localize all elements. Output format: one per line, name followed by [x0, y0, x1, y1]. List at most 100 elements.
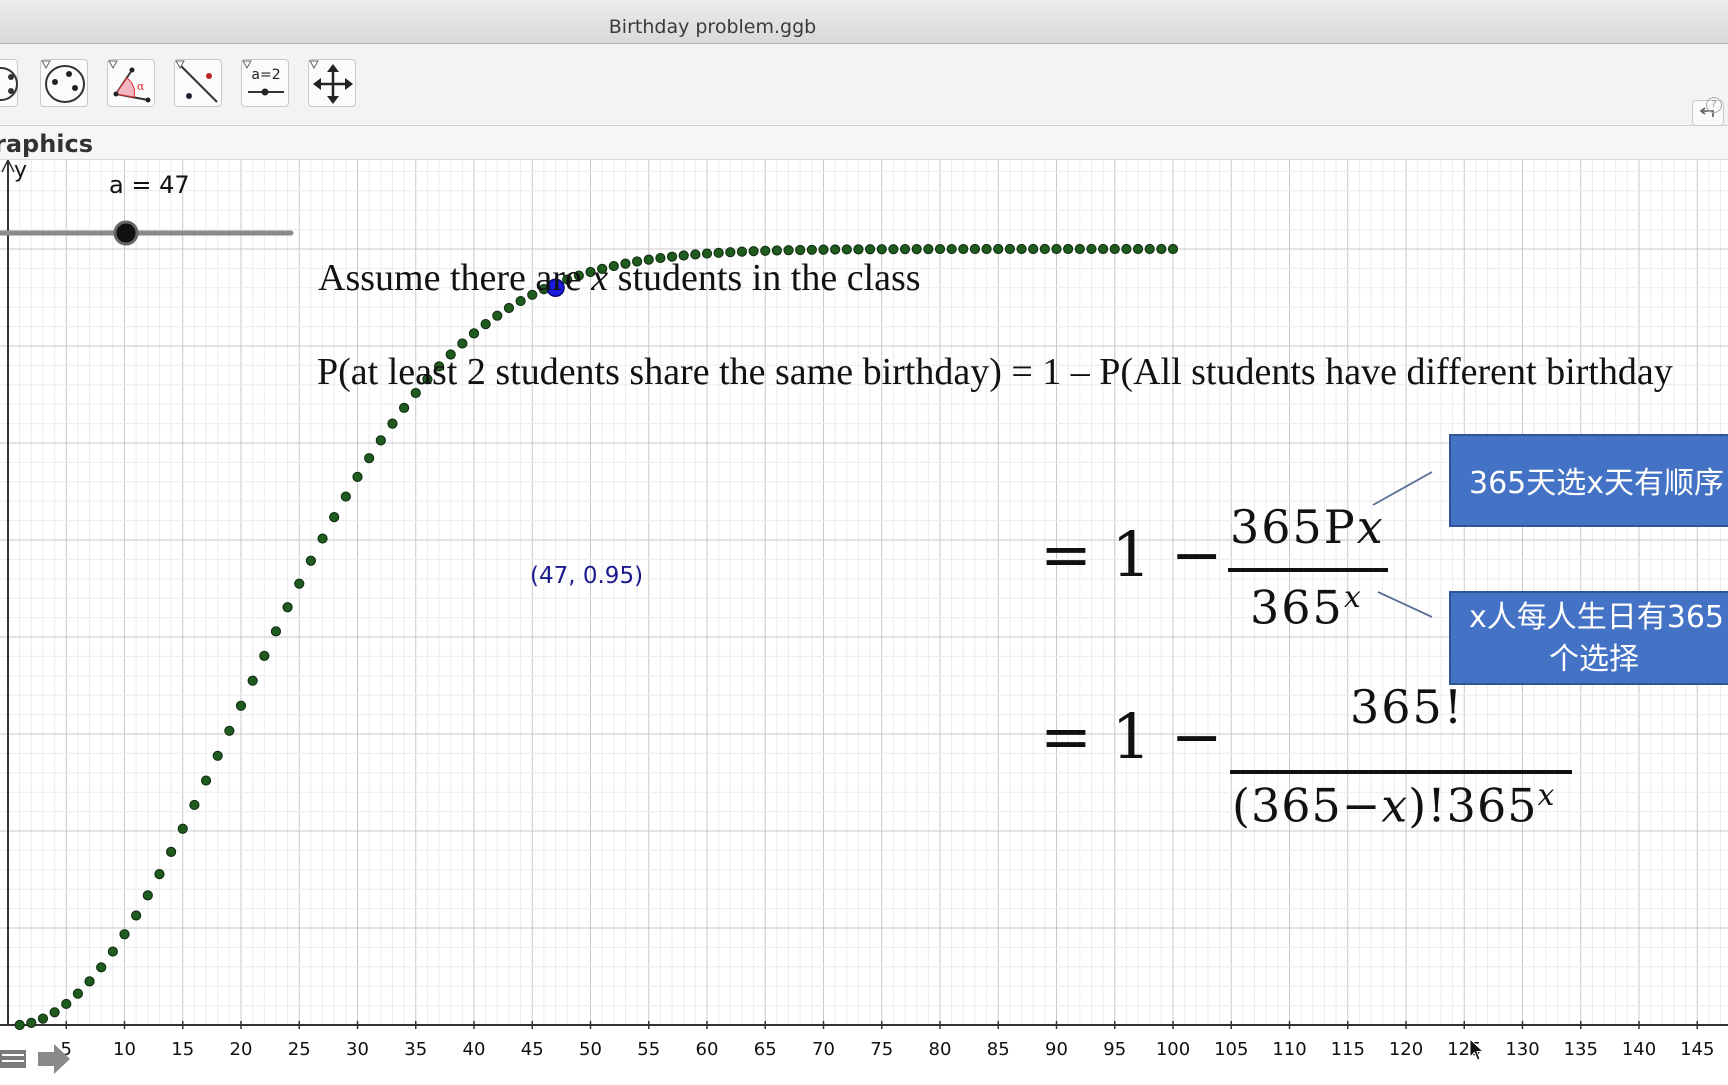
data-point: [841, 244, 852, 255]
data-point: [457, 338, 468, 349]
slider-knob[interactable]: [113, 220, 139, 246]
x-tick-label: 115: [1331, 1039, 1365, 1060]
data-point: [119, 929, 130, 940]
formula2-prefix: = 1 −: [1040, 700, 1223, 773]
data-point: [317, 533, 328, 544]
data-point: [1121, 243, 1132, 255]
data-point: [783, 245, 794, 256]
slider-label: a = 47: [109, 171, 190, 199]
data-point: [958, 243, 969, 255]
x-tick-label: 50: [579, 1039, 602, 1060]
formula2-denominator-exponent: x: [1537, 778, 1556, 813]
conic-tool-button[interactable]: [40, 59, 88, 107]
data-point: [888, 244, 899, 255]
dropdown-arrow-icon: [41, 60, 51, 70]
slider-tool-button[interactable]: a=2: [241, 59, 289, 107]
data-point: [166, 846, 177, 857]
data-point: [131, 910, 142, 921]
dropdown-arrow-icon: [175, 60, 185, 70]
toolbar: α a=2: [0, 44, 1728, 126]
data-point: [1144, 243, 1155, 255]
data-point: [364, 453, 375, 464]
svg-text:α: α: [137, 80, 145, 93]
formula1-numerator-base: 365P: [1230, 500, 1357, 554]
callout-birthday-choices-line1: x人每人生日有365: [1469, 600, 1725, 635]
graphics-view[interactable]: 5 10 15 20 25 30 35 40 45 50 55 60 65 70 75 80 85 90 95 100…: [0, 158, 1728, 1080]
angle-tool-button[interactable]: α: [107, 59, 155, 107]
probability-definition-text: P(at least 2 students share the same bir…: [317, 351, 1673, 393]
data-point: [468, 328, 480, 339]
data-point: [294, 578, 305, 589]
formula2-fraction-bar: [1230, 770, 1572, 774]
data-point: [1004, 243, 1016, 255]
callout-ordered-selection-text: 365天选x天有顺序: [1469, 466, 1725, 501]
move-graphics-tool-button[interactable]: [308, 59, 356, 107]
assumption-text-end: students in the class: [608, 257, 921, 299]
x-tick-label: 60: [696, 1039, 719, 1060]
data-point: [49, 1007, 60, 1018]
data-point: [946, 243, 957, 255]
data-point: [760, 245, 771, 256]
callout-birthday-choices: x人每人生日有365 个选择: [1449, 591, 1728, 685]
data-point: [806, 244, 817, 255]
x-tick-label: 80: [929, 1039, 952, 1060]
data-point: [1156, 243, 1167, 255]
x-tick-label: 130: [1505, 1039, 1539, 1060]
data-point: [1063, 243, 1074, 255]
reflect-tool-button[interactable]: [174, 59, 222, 107]
x-tick-label: 90: [1045, 1039, 1068, 1060]
data-point: [853, 244, 864, 255]
circle-tool-button[interactable]: [0, 59, 18, 107]
data-point: [923, 243, 934, 255]
data-point: [224, 725, 235, 736]
x-tick-label: 15: [171, 1039, 194, 1060]
graphics-view-title: raphics: [0, 130, 94, 158]
data-point: [189, 799, 200, 811]
x-tick-label: 55: [637, 1039, 660, 1060]
x-tick-label: 145: [1680, 1039, 1714, 1060]
x-tick-label: 105: [1214, 1039, 1248, 1060]
data-point: [736, 246, 748, 257]
formula1-denominator-base: 365: [1250, 580, 1344, 635]
data-point: [1016, 243, 1027, 255]
data-point: [305, 555, 316, 566]
data-point: [503, 302, 515, 314]
formula2-denominator-open: (365−: [1232, 778, 1382, 833]
window-title: Birthday problem.ggb: [608, 16, 817, 38]
dropdown-arrow-icon: [108, 60, 118, 70]
x-tick-label: 65: [754, 1039, 777, 1060]
data-point: [177, 823, 188, 834]
data-point: [993, 243, 1004, 255]
data-point: [96, 962, 107, 973]
x-tick-label: 100: [1156, 1039, 1190, 1060]
data-point: [969, 243, 981, 255]
data-point: [771, 245, 783, 256]
data-point: [37, 1013, 49, 1024]
data-point: [795, 244, 806, 256]
data-point: [1086, 243, 1097, 255]
callout-leader-lines: [1372, 471, 1433, 618]
window-titlebar: Birthday problem.ggb: [0, 0, 1728, 44]
data-point: [399, 402, 410, 413]
data-point: [340, 491, 351, 502]
graphics-view-header: raphics: [0, 126, 1728, 160]
slider-tool-label: a=2: [251, 67, 280, 83]
callout-ordered-selection: 365天选x天有顺序: [1449, 434, 1728, 527]
data-point: [329, 512, 340, 523]
help-icon[interactable]: ?: [1706, 97, 1722, 113]
y-axis-label: y: [14, 158, 28, 183]
data-point: [876, 244, 887, 255]
formula2-numerator: 365!: [1350, 680, 1465, 734]
slider[interactable]: [0, 220, 294, 246]
formula2-denominator-variable: x: [1381, 778, 1409, 833]
data-point: [247, 675, 258, 686]
assumption-text-variable: x: [591, 257, 609, 299]
dropdown-arrow-icon: [242, 60, 252, 70]
data-point: [142, 890, 153, 901]
x-tick-label: 25: [288, 1039, 311, 1060]
data-point: [235, 700, 247, 711]
forward-arrow-icon[interactable]: [36, 1042, 72, 1076]
callout-birthday-choices-line2: 个选择: [1549, 642, 1639, 677]
algebra-input-icon[interactable]: [0, 1044, 30, 1074]
x-tick-label: 95: [1103, 1039, 1126, 1060]
